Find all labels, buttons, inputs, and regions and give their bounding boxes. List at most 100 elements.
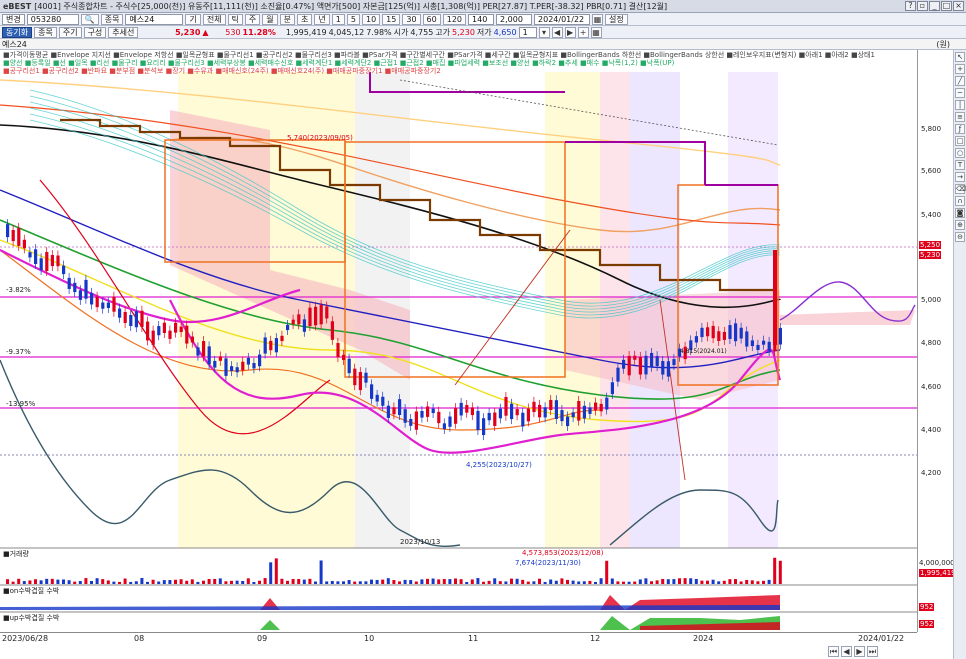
price-axis[interactable]: 5,800 5,600 5,400 5,000 4,800 4,600 4,40…: [917, 50, 957, 632]
volume-bar: [241, 581, 245, 584]
pct-label-1: -3.82%: [6, 286, 31, 294]
volume-bar: [364, 581, 368, 584]
unit-input[interactable]: 2,000: [496, 13, 533, 25]
add-icon[interactable]: +: [577, 26, 589, 38]
close-icon[interactable]: ×: [953, 1, 964, 11]
tab-sync[interactable]: 동기화: [2, 26, 33, 38]
maximize-icon[interactable]: □: [941, 1, 952, 11]
tab-layout[interactable]: 구성: [83, 26, 107, 38]
date-input[interactable]: 2024/01/22: [534, 13, 591, 25]
cursor-tool-icon[interactable]: ↖: [955, 52, 965, 62]
period-year[interactable]: 년: [314, 13, 330, 25]
volume-bar: [582, 581, 586, 584]
candle-body: [470, 407, 474, 416]
zoomin-tool-icon[interactable]: ⊕: [955, 220, 965, 230]
vline-tool-icon[interactable]: │: [955, 100, 965, 110]
page-input[interactable]: 1: [518, 26, 537, 38]
next-icon[interactable]: ▶: [564, 26, 576, 38]
minute-15[interactable]: 15: [382, 13, 401, 25]
date-axis[interactable]: 2023/06/28 08 09 10 11 12 2024 2024/01/2…: [0, 632, 917, 659]
stock-code-input[interactable]: 053280: [26, 13, 79, 25]
line-tool-icon[interactable]: ╱: [955, 76, 965, 86]
x-label-2024: 2024: [693, 634, 714, 643]
period-tick[interactable]: 틱: [227, 13, 243, 25]
grid-icon[interactable]: ▦: [590, 26, 602, 38]
candle-body: [734, 323, 738, 342]
minute-30[interactable]: 30: [402, 13, 421, 25]
minute-10[interactable]: 10: [361, 13, 381, 25]
minute-1[interactable]: 1: [331, 13, 345, 25]
volume-bar: [426, 578, 429, 584]
volume-bar: [101, 579, 105, 584]
candle-body: [717, 331, 721, 341]
tab-trendline[interactable]: 추세선: [108, 26, 139, 38]
gi-button[interactable]: 기: [185, 13, 201, 25]
candle-body: [420, 410, 424, 418]
scroll-right-icon[interactable]: ▶: [854, 646, 865, 657]
hline-tool-icon[interactable]: ─: [955, 88, 965, 98]
period-second[interactable]: 초: [297, 13, 313, 25]
all-button[interactable]: 전체: [202, 13, 226, 25]
minute-60[interactable]: 60: [422, 13, 441, 25]
volume-bar: [392, 579, 396, 584]
pin-icon[interactable]: ▫: [917, 1, 928, 11]
candle-body: [750, 340, 754, 347]
eraser-tool-icon[interactable]: ⌫: [955, 184, 966, 194]
candle-body: [622, 359, 626, 369]
candle-body: [627, 355, 631, 376]
low-label: 저가: [476, 27, 492, 37]
candle-body: [106, 302, 110, 308]
chart-area[interactable]: ■가격이동평균 ■Envelope 지지선 ■Envelope 저항선 ■일목균…: [0, 50, 966, 659]
volume-bar: [694, 578, 698, 584]
candle-body: [101, 302, 105, 309]
period-month[interactable]: 월: [262, 13, 278, 25]
dropdown-icon[interactable]: ▾: [538, 26, 550, 38]
volume-bar: [767, 579, 771, 584]
low-value: 4,650: [493, 27, 517, 37]
scroll-end-icon[interactable]: ⏭: [867, 646, 878, 657]
candle-body: [90, 292, 94, 305]
channel-tool-icon[interactable]: ≡: [955, 112, 965, 122]
magnet-tool-icon[interactable]: ∩: [955, 196, 965, 206]
candle-body: [78, 290, 82, 300]
settings-button[interactable]: 설정: [605, 13, 628, 25]
minute-5[interactable]: 5: [346, 13, 360, 25]
tick-5600: 5,600: [921, 167, 942, 175]
volume-bar: [297, 579, 301, 584]
period-minute[interactable]: 분: [279, 13, 296, 25]
minute-120[interactable]: 120: [442, 13, 467, 25]
prev-icon[interactable]: ◀: [551, 26, 563, 38]
tab-period[interactable]: 주기: [58, 26, 82, 38]
tab-stock[interactable]: 종목: [34, 26, 57, 38]
lock-tool-icon[interactable]: ◙: [955, 208, 965, 218]
x-label-12: 12: [590, 634, 601, 643]
help-icon[interactable]: ?: [905, 1, 916, 11]
candle-body: [34, 249, 38, 265]
zoomout-tool-icon[interactable]: ⊖: [955, 232, 965, 242]
candle-body: [532, 401, 536, 413]
volume-bar: [319, 560, 323, 584]
fibo-tool-icon[interactable]: ƒ: [955, 124, 965, 134]
text-tool-icon[interactable]: T: [955, 160, 965, 170]
rect-tool-icon[interactable]: □: [955, 136, 965, 146]
circle-tool-icon[interactable]: ○: [955, 148, 965, 158]
market-button[interactable]: 종목: [100, 13, 124, 25]
volume-bar: [146, 581, 149, 584]
candle-body: [45, 252, 49, 272]
candle-body: [263, 337, 267, 354]
mode-select[interactable]: 변경: [2, 13, 25, 25]
price-chart-svg[interactable]: [0, 50, 917, 632]
candle-body: [538, 404, 542, 418]
minimize-icon[interactable]: _: [929, 1, 940, 11]
arrow-tool-icon[interactable]: →: [955, 172, 965, 182]
period-week[interactable]: 주: [244, 13, 261, 25]
scroll-start-icon[interactable]: ⏮: [828, 646, 839, 657]
candle-body: [291, 319, 295, 325]
search-icon[interactable]: 🔍: [80, 13, 99, 25]
scroll-left-icon[interactable]: ◀: [841, 646, 852, 657]
volume-bar: [510, 578, 513, 584]
candle-body: [6, 224, 10, 238]
count-input[interactable]: 140: [468, 13, 495, 25]
crosshair-tool-icon[interactable]: +: [955, 64, 965, 74]
calendar-icon[interactable]: ▦: [592, 13, 604, 25]
